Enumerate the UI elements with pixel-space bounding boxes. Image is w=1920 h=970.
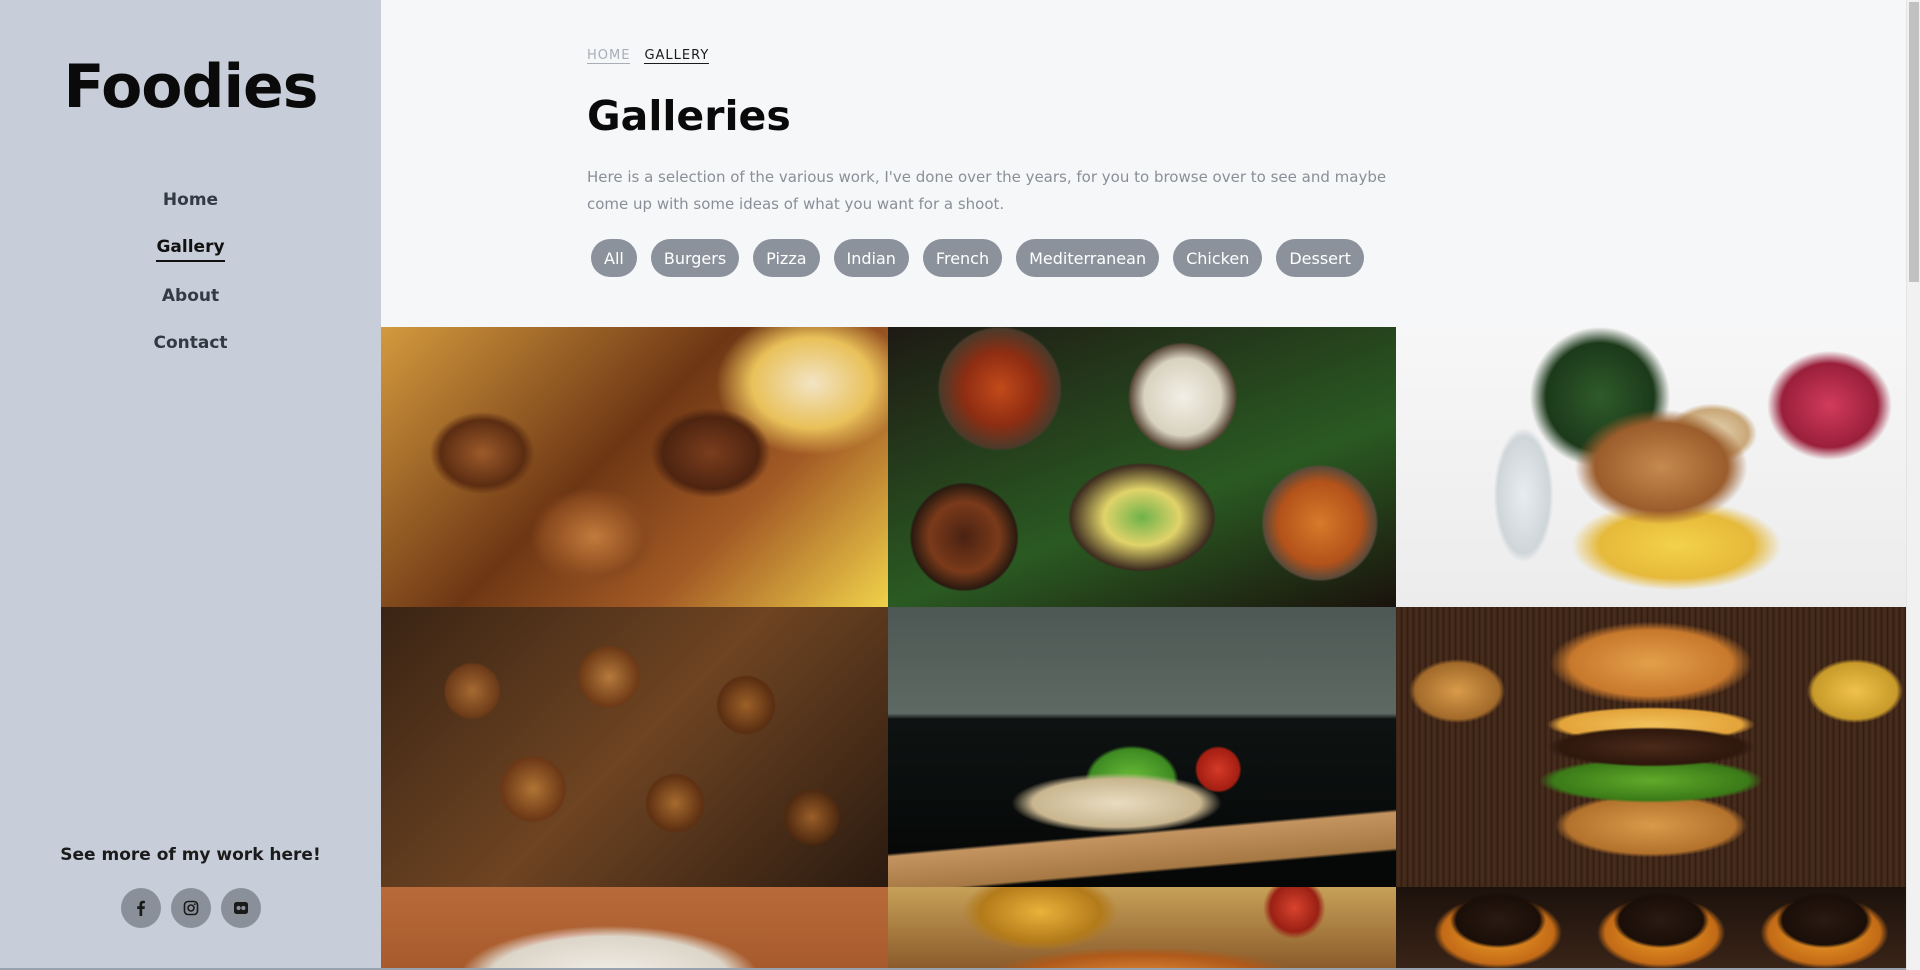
category-filters: All Burgers Pizza Indian French Mediterr…: [591, 239, 1364, 277]
instagram-icon: [183, 900, 198, 916]
facebook-button[interactable]: [120, 888, 161, 928]
gallery-photo-french-fish[interactable]: [1396, 327, 1906, 607]
gallery-photo-pizza[interactable]: [888, 887, 1396, 970]
filter-mediterranean[interactable]: Mediterranean: [1016, 239, 1160, 277]
nav-item-about[interactable]: About: [162, 286, 219, 309]
gallery-photo-chicken-nuggets[interactable]: [381, 607, 888, 887]
social-promo-text: See more of my work here!: [60, 845, 321, 865]
gallery-photo-fries[interactable]: [381, 887, 888, 970]
gallery-photo-indian-spread[interactable]: [888, 327, 1396, 607]
nav-item-home[interactable]: Home: [163, 190, 218, 213]
site-logo[interactable]: Foodies: [0, 52, 381, 122]
scrollbar-thumb[interactable]: [1909, 2, 1919, 282]
main-nav: Home Gallery About Contact: [0, 190, 381, 380]
nav-item-contact[interactable]: Contact: [153, 333, 227, 356]
facebook-icon: [136, 900, 145, 916]
breadcrumb: HOME GALLERY: [587, 48, 710, 64]
filter-chicken[interactable]: Chicken: [1173, 239, 1263, 277]
filter-pizza[interactable]: Pizza: [753, 239, 820, 277]
gallery-header: HOME GALLERY Galleries Here is a selecti…: [381, 0, 1906, 327]
photo-gallery: [381, 327, 1906, 970]
gallery-photo-cheeseburger[interactable]: [1396, 607, 1906, 887]
instagram-button[interactable]: [170, 888, 211, 928]
gallery-photo-burger-patties[interactable]: [1396, 887, 1906, 970]
gallery-photo-fried-chicken[interactable]: [381, 327, 888, 607]
page-intro: Here is a selection of the various work,…: [587, 168, 1387, 213]
filter-indian[interactable]: Indian: [833, 239, 909, 277]
flickr-button[interactable]: [220, 888, 261, 928]
flickr-icon: [233, 902, 248, 914]
breadcrumb-current: GALLERY: [644, 48, 710, 64]
page-title: Galleries: [587, 92, 791, 140]
sidebar: Foodies Home Gallery About Contact See m…: [0, 0, 381, 970]
breadcrumb-home-link[interactable]: HOME: [587, 48, 631, 64]
filter-all[interactable]: All: [591, 239, 637, 277]
filter-dessert[interactable]: Dessert: [1276, 239, 1364, 277]
gallery-photo-wrap[interactable]: [888, 607, 1396, 887]
nav-item-gallery[interactable]: Gallery: [156, 237, 225, 262]
filter-french[interactable]: French: [922, 239, 1003, 277]
filter-burgers[interactable]: Burgers: [650, 239, 740, 277]
social-links: [0, 888, 381, 928]
vertical-scrollbar[interactable]: [1906, 0, 1920, 970]
